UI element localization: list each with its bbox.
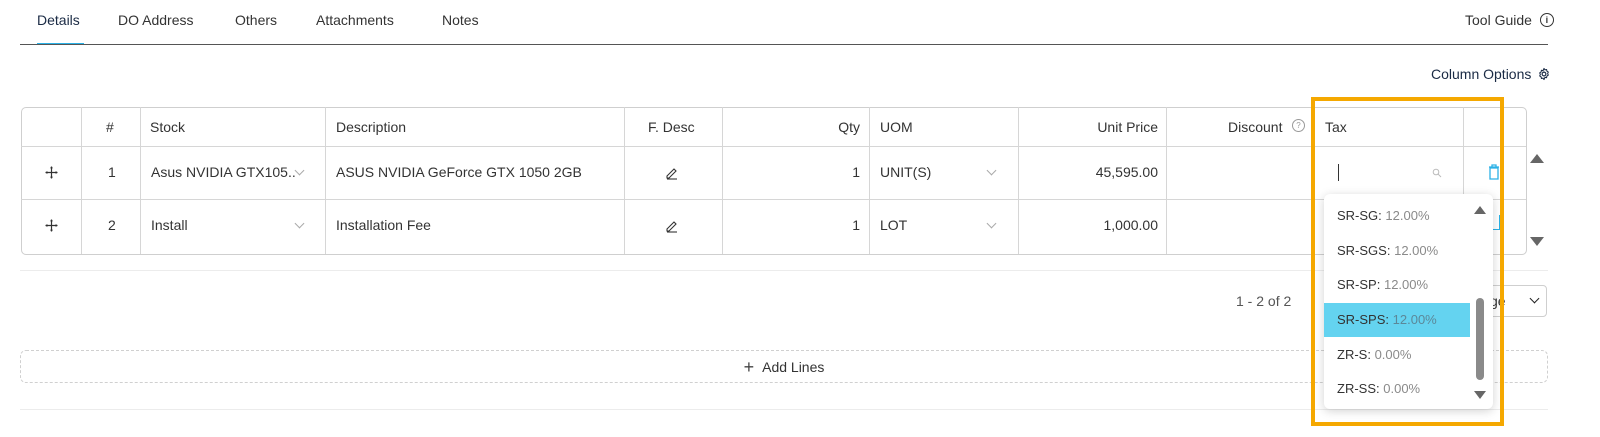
description-field[interactable]: Installation Fee — [336, 217, 431, 233]
header-divider — [21, 146, 1526, 147]
plus-icon: + — [743, 356, 755, 377]
col-divider — [1166, 107, 1167, 254]
pager-range: 1 - 2 of 2 — [1236, 293, 1292, 309]
edit-icon[interactable] — [665, 219, 679, 233]
drag-handle-icon[interactable] — [45, 166, 58, 179]
scroll-down-arrow-icon[interactable] — [1530, 237, 1544, 246]
row-number: 1 — [108, 164, 116, 180]
tool-guide-button[interactable]: Tool Guide i — [1465, 12, 1554, 28]
header-discount: Discount — [1228, 119, 1283, 135]
uom-select[interactable]: UNIT(S) — [880, 164, 931, 180]
col-divider — [624, 107, 625, 254]
col-divider — [869, 107, 870, 254]
qty-field[interactable]: 1 — [800, 217, 860, 233]
scroll-up-arrow-icon[interactable] — [1530, 154, 1544, 163]
tab-notes[interactable]: Notes — [442, 12, 479, 28]
info-icon: i — [1539, 13, 1554, 27]
tab-details[interactable]: Details — [37, 12, 80, 28]
stock-select[interactable]: Asus NVIDIA GTX105... — [151, 164, 296, 180]
unit-price-field[interactable]: 1,000.00 — [1040, 217, 1159, 233]
gear-icon — [1539, 67, 1550, 81]
col-divider — [325, 107, 326, 254]
drag-handle-icon[interactable] — [45, 219, 58, 232]
tab-do-address[interactable]: DO Address — [118, 12, 193, 28]
header-unit-price: Unit Price — [1097, 119, 1158, 135]
tabs-divider — [20, 44, 1548, 45]
tab-attachments[interactable]: Attachments — [316, 12, 394, 28]
row-divider — [21, 199, 1526, 200]
col-divider — [81, 107, 82, 254]
row-number: 2 — [108, 217, 116, 233]
stock-select[interactable]: Install — [151, 217, 188, 233]
tax-column-highlight — [1311, 97, 1504, 426]
header-fdesc: F. Desc — [648, 119, 695, 135]
header-qty: Qty — [838, 119, 860, 135]
column-options-label: Column Options — [1431, 66, 1532, 82]
tool-guide-label: Tool Guide — [1465, 12, 1532, 28]
header-description: Description — [336, 119, 407, 135]
tab-others[interactable]: Others — [235, 12, 277, 28]
col-divider — [722, 107, 723, 254]
edit-icon[interactable] — [665, 166, 679, 180]
header-uom: UOM — [880, 119, 913, 135]
col-divider — [1018, 107, 1019, 254]
col-divider — [140, 107, 141, 254]
help-icon[interactable]: ? — [1292, 119, 1305, 132]
uom-select[interactable]: LOT — [880, 217, 907, 233]
column-options-button[interactable]: Column Options — [1431, 66, 1551, 82]
header-stock: Stock — [150, 119, 186, 135]
description-field[interactable]: ASUS NVIDIA GeForce GTX 1050 2GB — [336, 164, 582, 180]
add-lines-label: Add Lines — [762, 358, 825, 375]
chevron-down-icon — [1529, 293, 1540, 304]
unit-price-field[interactable]: 45,595.00 — [1040, 164, 1158, 180]
header-number: # — [106, 119, 114, 135]
qty-field[interactable]: 1 — [800, 164, 860, 180]
